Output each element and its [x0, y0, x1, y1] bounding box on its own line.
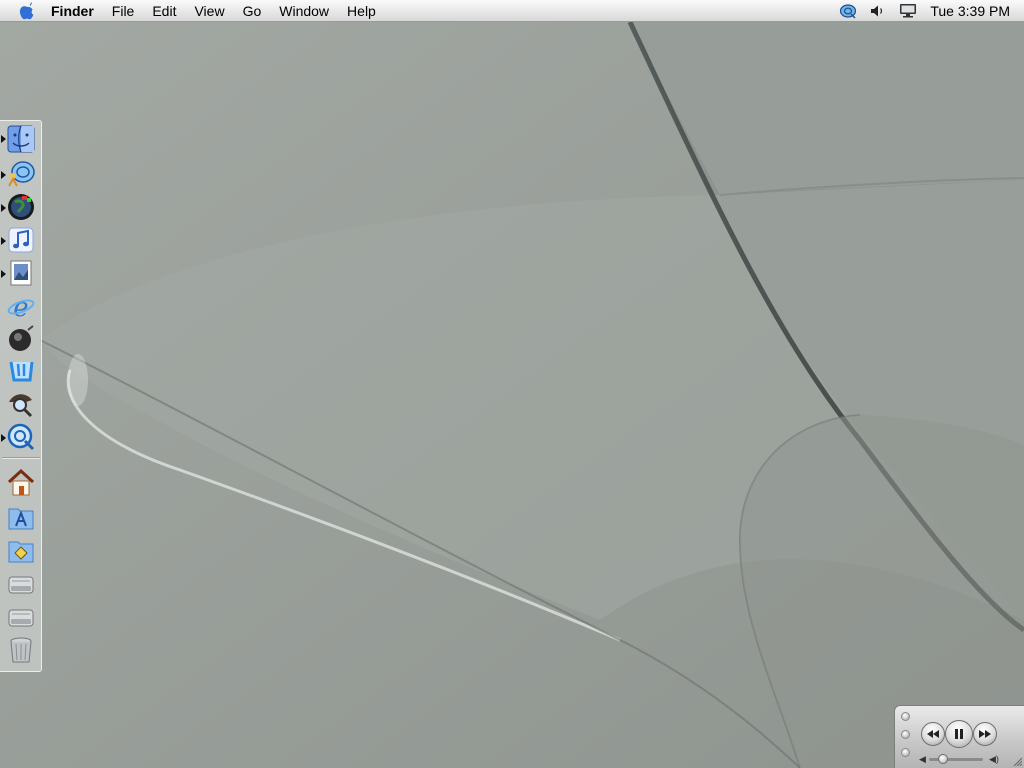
dock-item-home[interactable]	[4, 467, 38, 499]
dock-item-documents[interactable]	[4, 534, 38, 566]
dock: e	[0, 120, 42, 672]
ichat-status-icon[interactable]	[836, 0, 860, 22]
dock-item-sherlock[interactable]	[4, 387, 38, 419]
globe-app-icon	[8, 194, 34, 220]
dock-item-hard-drive-1[interactable]	[4, 568, 38, 600]
apple-menu-icon[interactable]	[12, 0, 42, 22]
fast-forward-button[interactable]	[973, 722, 997, 746]
home-folder-icon	[7, 468, 35, 496]
pause-button[interactable]	[945, 720, 973, 748]
dock-item-preview[interactable]	[4, 257, 38, 289]
menubar-clock[interactable]: Tue 3:39 PM	[930, 0, 1010, 22]
quicktime-icon	[7, 423, 35, 451]
minimize-button[interactable]	[901, 730, 910, 739]
wallpaper	[0, 0, 1024, 768]
dock-item-finder[interactable]	[4, 123, 38, 155]
dock-item-applications[interactable]	[4, 501, 38, 533]
dock-separator	[2, 457, 40, 459]
preview-icon	[10, 260, 32, 286]
speaker-app-icon	[9, 325, 34, 351]
internet-explorer-icon: e	[7, 293, 35, 322]
volume-icon[interactable]	[866, 0, 890, 22]
finder-icon	[7, 125, 35, 153]
display-icon[interactable]	[896, 0, 920, 22]
menu-app-name[interactable]: Finder	[42, 0, 103, 22]
fast-forward-icon	[979, 730, 991, 738]
volume-min-icon: ◀	[919, 754, 926, 764]
dock-item-ichat[interactable]	[4, 158, 38, 190]
applications-folder-icon	[8, 508, 34, 530]
ichat-icon	[8, 161, 35, 187]
menu-go[interactable]: Go	[234, 0, 271, 22]
volume-slider-thumb[interactable]	[937, 754, 948, 764]
volume-max-icon: ◀)	[989, 754, 999, 764]
zoom-button[interactable]	[901, 748, 910, 757]
menu-window[interactable]: Window	[270, 0, 338, 22]
itunes-icon	[8, 227, 34, 253]
hard-drive-icon	[8, 609, 34, 627]
menubar: Finder File Edit View Go Window Help Tue…	[0, 0, 1024, 22]
documents-folder-icon	[8, 541, 34, 563]
close-button[interactable]	[901, 712, 910, 721]
dock-item-hard-drive-2[interactable]	[4, 601, 38, 633]
resize-grip-icon[interactable]	[1012, 756, 1022, 766]
hard-drive-icon	[8, 576, 34, 594]
rewind-icon	[927, 730, 939, 738]
menu-help[interactable]: Help	[338, 0, 385, 22]
dock-item-quicktime[interactable]	[4, 421, 38, 453]
dock-item-internet-explorer[interactable]: e	[4, 291, 38, 323]
dock-item-globe-app[interactable]	[4, 191, 38, 223]
dock-item-itunes[interactable]	[4, 224, 38, 256]
menu-edit[interactable]: Edit	[143, 0, 185, 22]
pause-icon	[955, 729, 963, 739]
rewind-button[interactable]	[921, 722, 945, 746]
dock-item-ilife-app[interactable]	[4, 355, 38, 387]
menu-file[interactable]: File	[103, 0, 144, 22]
sherlock-icon	[9, 394, 33, 418]
desktop[interactable]: Finder File Edit View Go Window Help Tue…	[0, 0, 1024, 768]
dock-item-speaker-app[interactable]	[4, 323, 38, 355]
svg-text:e: e	[13, 293, 28, 322]
ilife-app-icon	[9, 361, 34, 382]
menu-view[interactable]: View	[185, 0, 233, 22]
itunes-mini-player[interactable]: ◀ ◀)	[894, 705, 1024, 768]
trash-icon	[10, 637, 32, 663]
dock-item-trash[interactable]	[4, 634, 38, 666]
